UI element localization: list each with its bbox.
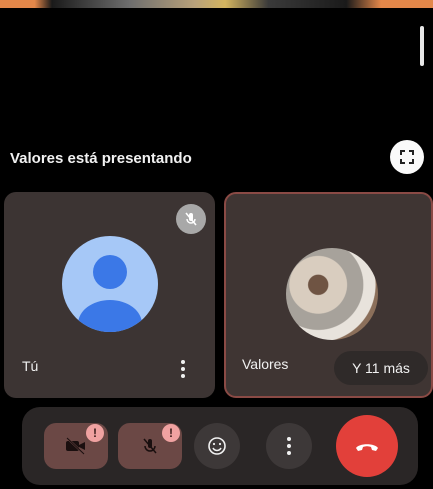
more-options-icon[interactable] — [180, 360, 186, 378]
more-participants-button[interactable]: Y 11 más — [334, 351, 428, 385]
camera-off-icon — [66, 437, 85, 455]
end-call-button[interactable] — [336, 415, 398, 477]
avatar — [62, 236, 158, 332]
avatar — [286, 248, 378, 340]
more-vert-icon — [286, 437, 292, 455]
mic-off-icon — [143, 438, 157, 454]
scroll-thumb[interactable] — [420, 26, 424, 66]
participant-name: Valores — [242, 356, 289, 372]
shared-screen-strip — [0, 0, 433, 8]
presenting-status: Valores está presentando — [10, 150, 192, 167]
person-icon — [78, 255, 142, 332]
participant-tile-you[interactable]: Tú — [4, 192, 215, 398]
fullscreen-icon — [400, 150, 414, 164]
mic-off-badge — [176, 204, 206, 234]
mic-off-icon — [185, 212, 197, 226]
microphone-alert-badge: ! — [162, 424, 180, 442]
phone-hangup-icon — [356, 444, 378, 451]
fullscreen-button[interactable] — [390, 140, 424, 174]
more-options-button[interactable] — [266, 423, 312, 469]
reactions-button[interactable] — [194, 423, 240, 469]
emoji-icon — [208, 437, 226, 455]
camera-alert-badge: ! — [86, 424, 104, 442]
participant-name: Tú — [22, 358, 39, 374]
